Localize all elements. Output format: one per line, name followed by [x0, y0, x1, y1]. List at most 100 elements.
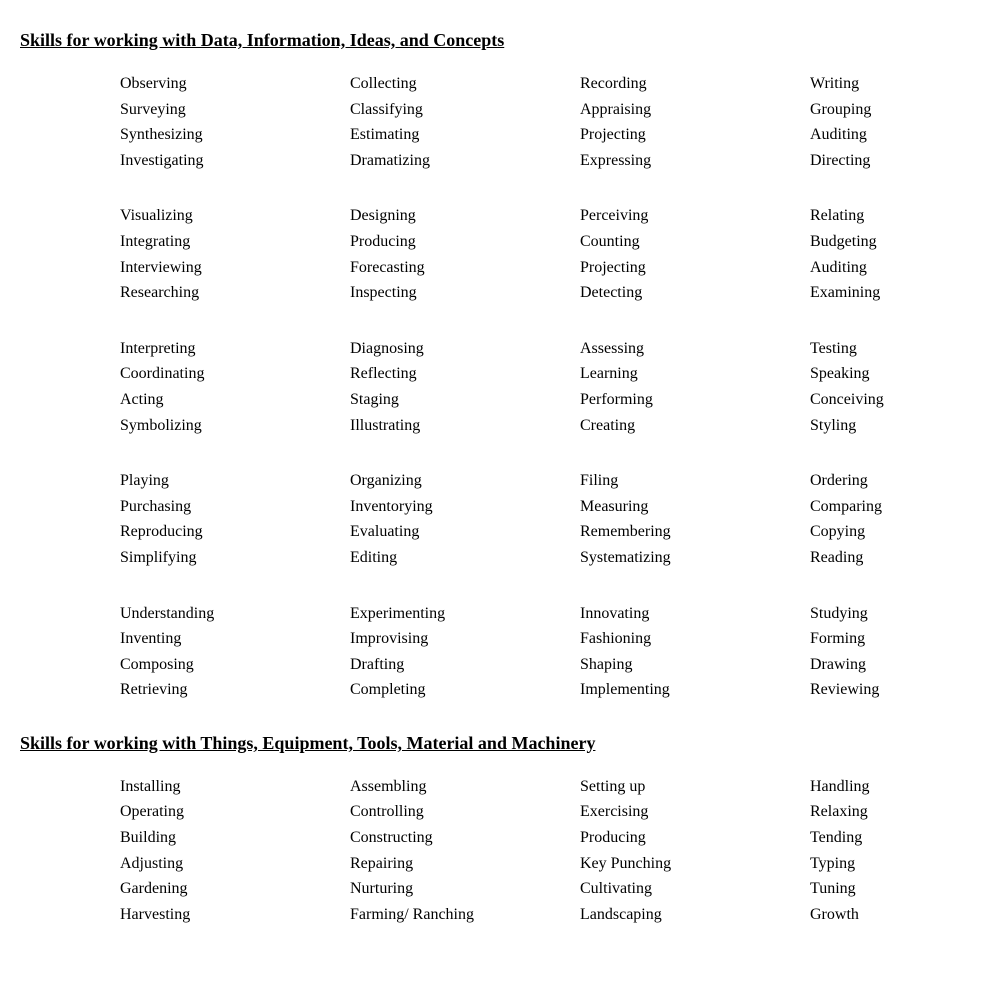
- skill-item: Operating: [120, 799, 350, 825]
- skill-item: Forecasting: [350, 255, 580, 281]
- section2-group-0-col-0: InstallingOperatingBuildingAdjustingGard…: [120, 774, 350, 928]
- skill-item: Ordering: [810, 468, 985, 494]
- skill-item: Coordinating: [120, 361, 350, 387]
- section2-group-0-col-2: Setting upExercisingProducingKey Punchin…: [580, 774, 810, 928]
- skill-item: Directing: [810, 148, 985, 174]
- skill-item: Setting up: [580, 774, 810, 800]
- skill-item: Implementing: [580, 677, 810, 703]
- skill-item: Reproducing: [120, 519, 350, 545]
- skill-item: Designing: [350, 203, 580, 229]
- skill-item: Harvesting: [120, 902, 350, 928]
- skill-item: Repairing: [350, 851, 580, 877]
- skill-item: Acting: [120, 387, 350, 413]
- skill-item: Inventorying: [350, 494, 580, 520]
- skill-item: Comparing: [810, 494, 985, 520]
- section1: Skills for working with Data, Informatio…: [20, 30, 965, 703]
- section1-group-1-col-0: VisualizingIntegratingInterviewingResear…: [120, 203, 350, 305]
- skill-item: Reviewing: [810, 677, 985, 703]
- skill-item: Expressing: [580, 148, 810, 174]
- section1-groups: ObservingSurveyingSynthesizingInvestigat…: [20, 71, 965, 703]
- skill-item: Inventing: [120, 626, 350, 652]
- skill-item: Drafting: [350, 652, 580, 678]
- skill-item: Relating: [810, 203, 985, 229]
- section1-group-1-col-3: RelatingBudgetingAuditingExamining: [810, 203, 985, 305]
- skill-item: Cultivating: [580, 876, 810, 902]
- skill-item: Key Punching: [580, 851, 810, 877]
- skill-item: Shaping: [580, 652, 810, 678]
- skill-item: Researching: [120, 280, 350, 306]
- skill-item: Budgeting: [810, 229, 985, 255]
- section1-group-0-col-1: CollectingClassifyingEstimatingDramatizi…: [350, 71, 580, 173]
- skill-item: Landscaping: [580, 902, 810, 928]
- skill-item: Testing: [810, 336, 985, 362]
- skill-item: Symbolizing: [120, 413, 350, 439]
- skill-item: Installing: [120, 774, 350, 800]
- skill-item: Retrieving: [120, 677, 350, 703]
- skill-item: Improvising: [350, 626, 580, 652]
- skill-item: Learning: [580, 361, 810, 387]
- skill-item: Producing: [350, 229, 580, 255]
- skill-item: Dramatizing: [350, 148, 580, 174]
- skill-item: Remembering: [580, 519, 810, 545]
- skill-item: Classifying: [350, 97, 580, 123]
- section2-groups: InstallingOperatingBuildingAdjustingGard…: [20, 774, 965, 928]
- skill-item: Auditing: [810, 122, 985, 148]
- skill-item: Interpreting: [120, 336, 350, 362]
- skill-item: Collecting: [350, 71, 580, 97]
- skill-item: Producing: [580, 825, 810, 851]
- section2-title: Skills for working with Things, Equipmen…: [20, 733, 965, 754]
- skill-item: Composing: [120, 652, 350, 678]
- skill-item: Styling: [810, 413, 985, 439]
- section2: Skills for working with Things, Equipmen…: [20, 733, 965, 928]
- section1-group-3-col-1: OrganizingInventoryingEvaluatingEditing: [350, 468, 580, 570]
- skill-item: Performing: [580, 387, 810, 413]
- skill-item: Reflecting: [350, 361, 580, 387]
- section1-group-3-col-0: PlayingPurchasingReproducingSimplifying: [120, 468, 350, 570]
- skill-item: Systematizing: [580, 545, 810, 571]
- section1-group-0-col-3: WritingGroupingAuditingDirecting: [810, 71, 985, 173]
- skill-item: Playing: [120, 468, 350, 494]
- skill-item: Fashioning: [580, 626, 810, 652]
- skill-item: Assessing: [580, 336, 810, 362]
- section1-title: Skills for working with Data, Informatio…: [20, 30, 965, 51]
- section2-group-0: InstallingOperatingBuildingAdjustingGard…: [120, 774, 965, 928]
- skill-item: Staging: [350, 387, 580, 413]
- section1-group-0-col-2: RecordingAppraisingProjectingExpressing: [580, 71, 810, 173]
- skill-item: Tending: [810, 825, 985, 851]
- skill-item: Filing: [580, 468, 810, 494]
- section1-group-2-col-2: AssessingLearningPerformingCreating: [580, 336, 810, 438]
- skill-item: Estimating: [350, 122, 580, 148]
- skill-item: Integrating: [120, 229, 350, 255]
- skill-item: Adjusting: [120, 851, 350, 877]
- skill-item: Investigating: [120, 148, 350, 174]
- skill-item: Perceiving: [580, 203, 810, 229]
- skill-item: Detecting: [580, 280, 810, 306]
- section1-group-1-col-1: DesigningProducingForecastingInspecting: [350, 203, 580, 305]
- section1-group-4: UnderstandingInventingComposingRetrievin…: [120, 601, 965, 703]
- section1-group-4-col-3: StudyingFormingDrawingReviewing: [810, 601, 985, 703]
- section1-group-3: PlayingPurchasingReproducingSimplifyingO…: [120, 468, 965, 570]
- skill-item: Counting: [580, 229, 810, 255]
- skill-item: Understanding: [120, 601, 350, 627]
- skill-item: Conceiving: [810, 387, 985, 413]
- section1-group-4-col-2: InnovatingFashioningShapingImplementing: [580, 601, 810, 703]
- skill-item: Farming/ Ranching: [350, 902, 580, 928]
- skill-item: Completing: [350, 677, 580, 703]
- skill-item: Nurturing: [350, 876, 580, 902]
- skill-item: Handling: [810, 774, 985, 800]
- page-container: Skills for working with Data, Informatio…: [20, 30, 965, 927]
- skill-item: Diagnosing: [350, 336, 580, 362]
- skill-item: Building: [120, 825, 350, 851]
- skill-item: Surveying: [120, 97, 350, 123]
- skill-item: Examining: [810, 280, 985, 306]
- skill-item: Controlling: [350, 799, 580, 825]
- skill-item: Purchasing: [120, 494, 350, 520]
- skill-item: Editing: [350, 545, 580, 571]
- section1-group-2-col-0: InterpretingCoordinatingActingSymbolizin…: [120, 336, 350, 438]
- section1-group-1: VisualizingIntegratingInterviewingResear…: [120, 203, 965, 305]
- skill-item: Interviewing: [120, 255, 350, 281]
- skill-item: Growth: [810, 902, 985, 928]
- skill-item: Studying: [810, 601, 985, 627]
- skill-item: Constructing: [350, 825, 580, 851]
- skill-item: Creating: [580, 413, 810, 439]
